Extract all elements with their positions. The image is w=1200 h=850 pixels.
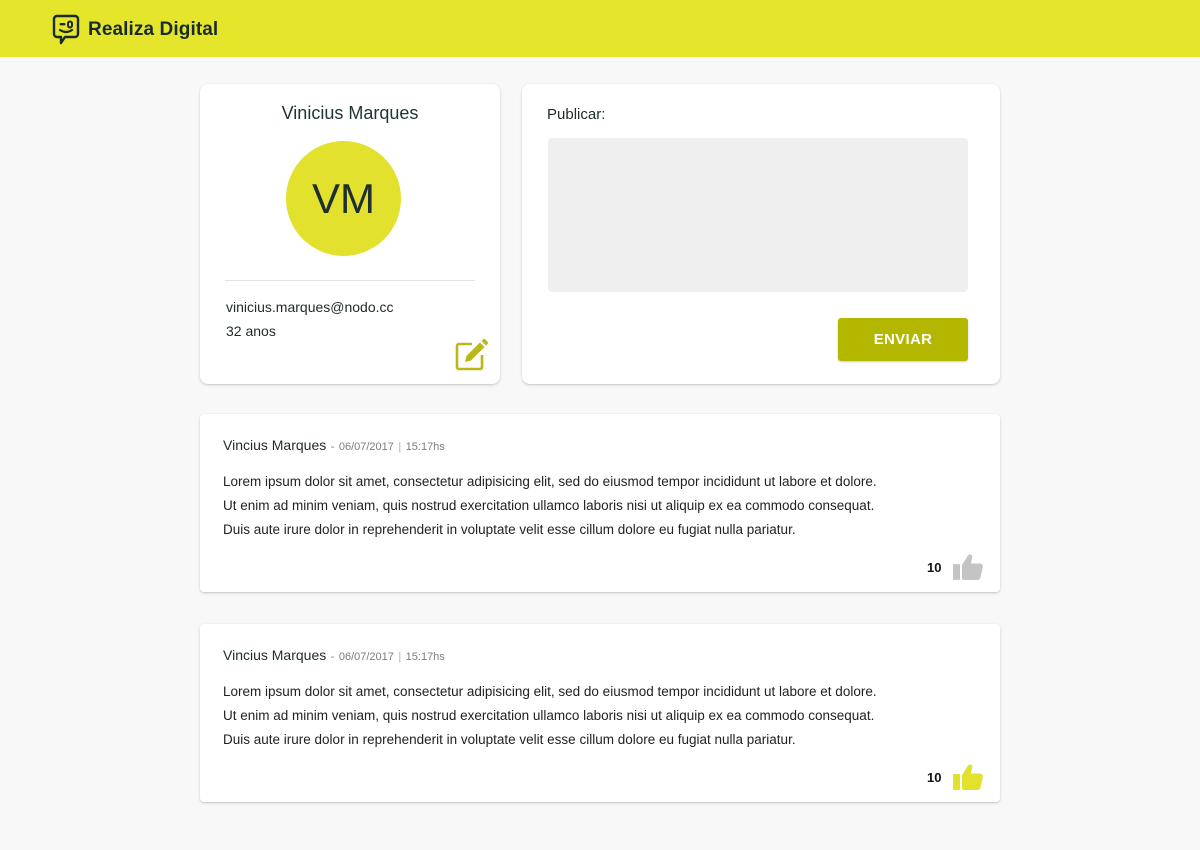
post-time: 15:17hs [405,441,445,453]
like-button[interactable] [952,553,984,581]
post-text-line: Ut enim ad minim veniam, quis nostrud ex… [223,498,875,513]
post-separator: | [398,651,402,663]
post-card: Vincius Marques - 06/07/2017 | 15:17hs L… [200,624,1000,802]
avatar: VM [286,141,401,256]
publish-textarea[interactable] [548,138,968,292]
like-button[interactable] [952,763,984,791]
post-text-line: Lorem ipsum dolor sit amet, consectetur … [223,684,877,699]
post-time: 15:17hs [405,651,445,663]
profile-card: Vinicius Marques VM vinicius.marques@nod… [200,84,500,384]
brand-name: Realiza Digital [88,19,219,40]
send-button[interactable]: ENVIAR [838,318,968,361]
post-header: Vincius Marques - 06/07/2017 | 15:17hs [223,647,445,665]
brand[interactable]: Realiza Digital [52,14,218,46]
post-date: 06/07/2017 [338,441,394,453]
post-text-line: Duis aute irure dolor in reprehenderit i… [223,522,796,537]
post-author[interactable]: Vincius Marques [223,647,326,663]
profile-email: vinicius.marques@nodo.cc [226,299,394,315]
profile-name: Vinicius Marques [281,103,419,123]
post-text-line: Duis aute irure dolor in reprehenderit i… [223,732,796,747]
avatar-initials: VM [312,174,375,222]
like-count: 10 [927,560,942,575]
post-body: Lorem ipsum dolor sit amet, consectetur … [223,680,983,752]
top-bar: Realiza Digital [0,0,1200,57]
profile-age: 32 anos [226,323,276,339]
post-header: Vincius Marques - 06/07/2017 | 15:17hs [223,437,445,455]
thumbs-up-icon [952,553,984,581]
post-author[interactable]: Vincius Marques [223,437,326,453]
post-text-line: Lorem ipsum dolor sit amet, consectetur … [223,474,877,489]
edit-profile-button[interactable] [454,338,488,372]
publish-label: Publicar: [547,106,606,123]
chat-face-icon [52,14,80,46]
post-date: 06/07/2017 [338,651,394,663]
thumbs-up-icon [952,763,984,791]
post-dash: - [330,651,335,663]
post-dash: - [330,441,335,453]
post-body: Lorem ipsum dolor sit amet, consectetur … [223,470,983,542]
profile-divider [225,280,475,281]
publish-card: Publicar: ENVIAR [522,84,1000,384]
edit-icon [454,338,488,372]
post-separator: | [398,441,402,453]
post-text-line: Ut enim ad minim veniam, quis nostrud ex… [223,708,875,723]
post-card: Vincius Marques - 06/07/2017 | 15:17hs L… [200,414,1000,592]
like-count: 10 [927,770,942,785]
